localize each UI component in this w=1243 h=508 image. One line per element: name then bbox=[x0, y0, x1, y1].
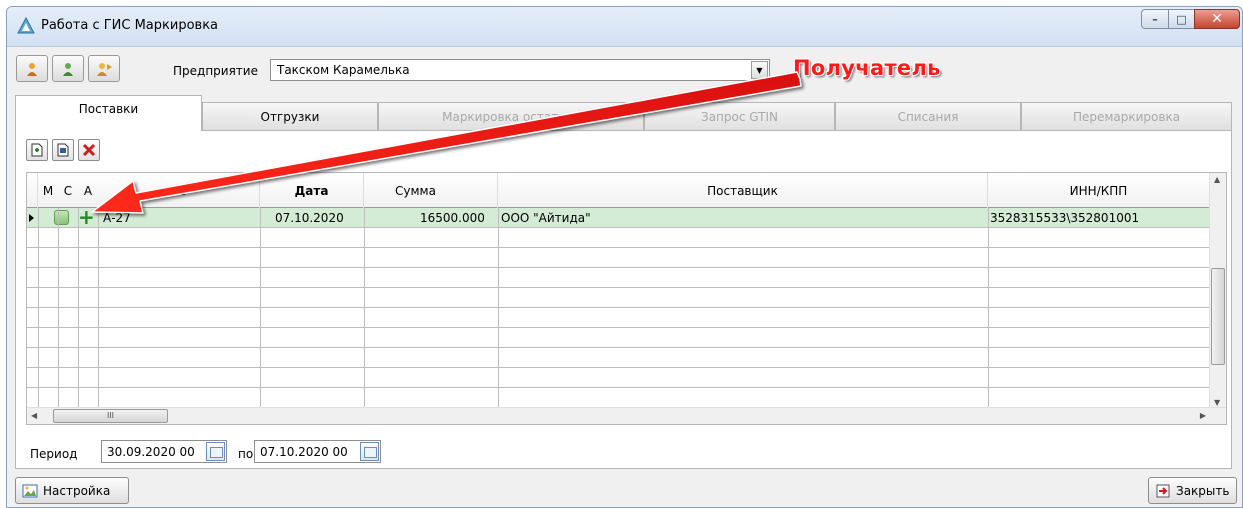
header-c[interactable]: С bbox=[58, 173, 78, 208]
minimize-button[interactable]: – bbox=[1141, 9, 1169, 29]
header-inn[interactable]: ИНН/КПП bbox=[988, 173, 1210, 208]
tab-markirovka-ostatkov[interactable]: Маркировка остатков bbox=[378, 102, 644, 130]
person-orange-icon bbox=[27, 62, 37, 76]
maximize-icon: □ bbox=[1176, 12, 1187, 26]
table-row-empty[interactable] bbox=[27, 288, 1226, 308]
calendar-icon[interactable] bbox=[360, 442, 379, 461]
header-supplier[interactable]: Поставщик bbox=[498, 173, 988, 208]
table-row-empty[interactable] bbox=[27, 228, 1226, 248]
table-row[interactable]: + А-27 07.10.2020 16500.000 ООО "Айтида"… bbox=[27, 207, 1226, 228]
column-divider bbox=[38, 208, 39, 424]
header-sum[interactable]: Сумма bbox=[364, 173, 498, 208]
settings-image-icon bbox=[22, 484, 38, 497]
table-row-empty[interactable] bbox=[27, 268, 1226, 288]
tab-peremarkirovka[interactable]: Перемаркировка bbox=[1021, 102, 1232, 130]
period-to-field[interactable]: 07.10.2020 00 bbox=[254, 440, 381, 463]
toolbar: Предприятие Такском Карамелька ▼ Получат… bbox=[7, 47, 1242, 87]
period-label: Период bbox=[30, 447, 78, 461]
maximize-button[interactable]: □ bbox=[1168, 9, 1195, 29]
column-divider bbox=[58, 208, 59, 424]
table-row-empty[interactable] bbox=[27, 348, 1226, 368]
close-icon: ✕ bbox=[1211, 11, 1223, 27]
period-from-value: 30.09.2020 00 bbox=[107, 445, 195, 459]
deliveries-grid: М С А Но Дата Сумма Поставщик ИНН/КПП + … bbox=[26, 172, 1227, 425]
deliveries-panel: М С А Но Дата Сумма Поставщик ИНН/КПП + … bbox=[15, 130, 1232, 469]
new-document-icon bbox=[31, 143, 43, 157]
edit-document-button[interactable] bbox=[52, 139, 74, 161]
period-to-label: по bbox=[238, 447, 254, 461]
enterprise-select[interactable]: Такском Карамелька ▼ bbox=[270, 59, 770, 81]
settings-button-label: Настройка bbox=[43, 483, 111, 498]
header-date[interactable]: Дата bbox=[260, 173, 364, 208]
table-row-empty[interactable] bbox=[27, 388, 1226, 408]
header-m[interactable]: М bbox=[38, 173, 58, 208]
vertical-scrollbar[interactable]: ▲ ▼ bbox=[1209, 173, 1226, 409]
scroll-left-icon[interactable]: ◀ bbox=[31, 411, 37, 420]
title-bar: Работа с ГИС Маркировка – □ ✕ bbox=[7, 7, 1242, 47]
header-a[interactable]: А bbox=[78, 173, 98, 208]
column-divider bbox=[498, 208, 499, 424]
table-row-empty[interactable] bbox=[27, 328, 1226, 348]
toolbar-button-2[interactable] bbox=[52, 55, 84, 82]
current-row-indicator-icon bbox=[29, 214, 34, 222]
settings-button[interactable]: Настройка bbox=[15, 477, 129, 504]
column-divider bbox=[98, 208, 99, 424]
cell-number: А-27 bbox=[103, 211, 131, 225]
window-title: Работа с ГИС Маркировка bbox=[41, 18, 219, 33]
column-divider bbox=[988, 208, 989, 424]
vertical-scroll-thumb[interactable] bbox=[1211, 268, 1225, 365]
period-from-field[interactable]: 30.09.2020 00 bbox=[101, 440, 227, 463]
toolbar-button-1[interactable] bbox=[16, 55, 48, 82]
toolbar-button-3[interactable] bbox=[88, 55, 120, 82]
tab-spisaniya[interactable]: Списания bbox=[835, 102, 1021, 130]
horizontal-scrollbar[interactable]: ◀ III ▶ bbox=[27, 407, 1226, 424]
window-controls: – □ ✕ bbox=[1141, 9, 1240, 31]
table-row-empty[interactable] bbox=[27, 308, 1226, 328]
header-number[interactable]: Но bbox=[98, 173, 260, 208]
app-logo-icon bbox=[17, 16, 35, 34]
main-window: Работа с ГИС Маркировка – □ ✕ Предприяти… bbox=[6, 6, 1243, 508]
period-to-value: 07.10.2020 00 bbox=[260, 445, 348, 459]
table-row-empty[interactable] bbox=[27, 248, 1226, 268]
cell-supplier: ООО "Айтида" bbox=[501, 211, 591, 225]
tab-otgruzki[interactable]: Отгрузки bbox=[202, 102, 378, 130]
tab-bar: Поставки Отгрузки Маркировка остатков За… bbox=[15, 95, 1232, 131]
chevron-down-icon[interactable]: ▼ bbox=[751, 61, 768, 79]
column-divider bbox=[260, 208, 261, 424]
close-button-label: Закрыть bbox=[1176, 483, 1230, 498]
plus-icon[interactable]: + bbox=[78, 207, 95, 227]
enterprise-value: Такском Карамелька bbox=[277, 63, 410, 77]
table-row-empty[interactable] bbox=[27, 368, 1226, 388]
minimize-icon: – bbox=[1152, 12, 1158, 26]
add-document-button[interactable] bbox=[26, 139, 48, 161]
close-button[interactable]: Закрыть bbox=[1148, 477, 1237, 504]
scroll-up-icon[interactable]: ▲ bbox=[1214, 175, 1220, 184]
header-row-indicator bbox=[27, 173, 38, 208]
tab-postavki[interactable]: Поставки bbox=[15, 95, 202, 131]
horizontal-scroll-thumb[interactable]: III bbox=[53, 409, 168, 423]
calendar-icon[interactable] bbox=[206, 442, 225, 461]
edit-document-icon bbox=[57, 143, 69, 157]
person-green-icon bbox=[63, 62, 73, 76]
grid-header: М С А Но Дата Сумма Поставщик ИНН/КПП bbox=[27, 173, 1226, 208]
scroll-down-icon[interactable]: ▼ bbox=[1214, 398, 1220, 407]
exit-icon bbox=[1156, 484, 1170, 497]
column-divider bbox=[364, 208, 365, 424]
enterprise-label: Предприятие bbox=[173, 64, 258, 78]
status-c-icon[interactable] bbox=[54, 210, 69, 225]
tab-zapros-gtin[interactable]: Запрос GTIN bbox=[644, 102, 835, 130]
close-window-button[interactable]: ✕ bbox=[1194, 9, 1240, 29]
cell-date: 07.10.2020 bbox=[275, 211, 344, 225]
annotation-label: Получатель bbox=[793, 56, 941, 80]
person-transfer-icon bbox=[97, 62, 112, 76]
column-divider bbox=[78, 208, 79, 424]
delete-document-button[interactable] bbox=[78, 139, 100, 161]
cell-sum: 16500.000 bbox=[420, 211, 485, 225]
delete-icon bbox=[82, 143, 96, 157]
scroll-right-icon[interactable]: ▶ bbox=[1200, 411, 1206, 420]
cell-inn: 3528315533\352801001 bbox=[990, 211, 1140, 225]
